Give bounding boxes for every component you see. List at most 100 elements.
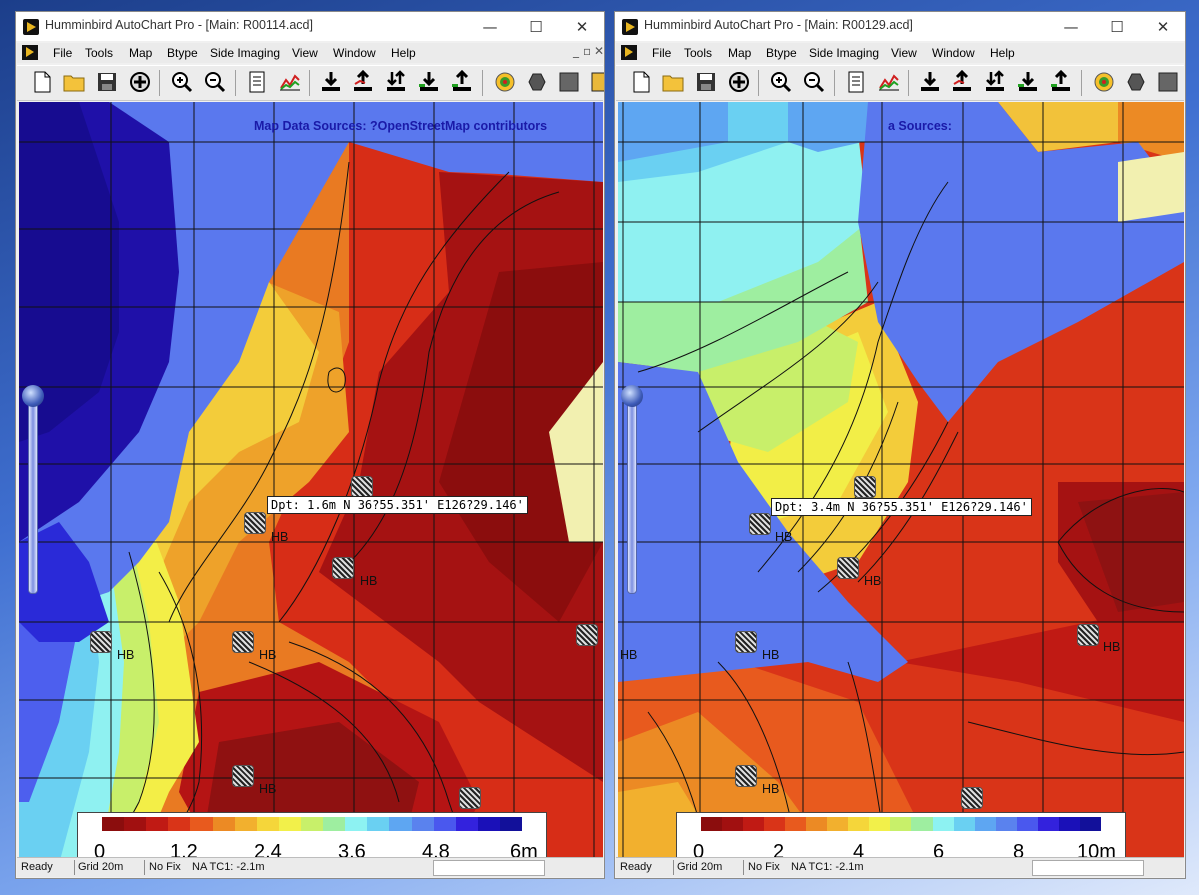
menu-btype[interactable]: Btype bbox=[167, 46, 198, 60]
save-icon[interactable] bbox=[694, 70, 718, 94]
title-bar[interactable]: Humminbird AutoChart Pro - [Main: R00129… bbox=[615, 12, 1185, 41]
mdi-restore-icon[interactable]: ▫ bbox=[583, 44, 591, 58]
toolbar-separator bbox=[1081, 70, 1082, 96]
transfer-icon[interactable] bbox=[983, 70, 1007, 94]
waypoint-icon[interactable] bbox=[735, 631, 757, 653]
toolbar-separator bbox=[482, 70, 483, 96]
document-logo-icon[interactable] bbox=[621, 45, 637, 60]
waypoint-icon[interactable] bbox=[854, 476, 876, 498]
list-icon[interactable] bbox=[245, 70, 269, 94]
waypoint-icon[interactable] bbox=[244, 512, 266, 534]
legend-swatch bbox=[190, 817, 213, 831]
map-tool-icon[interactable] bbox=[589, 70, 605, 94]
menu-window[interactable]: Window bbox=[333, 46, 376, 60]
menu-side-imaging[interactable]: Side Imaging bbox=[809, 46, 879, 60]
waypoint-icon[interactable] bbox=[232, 631, 254, 653]
save-icon[interactable] bbox=[95, 70, 119, 94]
waypoint-icon[interactable] bbox=[735, 765, 757, 787]
waypoint-icon[interactable] bbox=[1077, 624, 1099, 646]
menu-window[interactable]: Window bbox=[932, 46, 975, 60]
menu-help[interactable]: Help bbox=[990, 46, 1015, 60]
depth-map[interactable]: Map Data Sources: ?OpenStreetMap contrib… bbox=[19, 102, 603, 864]
grid-shade-icon[interactable] bbox=[1156, 70, 1180, 94]
title-bar[interactable]: Humminbird AutoChart Pro - [Main: R00114… bbox=[16, 12, 604, 41]
export-icon[interactable] bbox=[450, 70, 474, 94]
layer-icon[interactable] bbox=[525, 70, 549, 94]
close-button[interactable]: ✕ bbox=[560, 14, 604, 40]
menu-map[interactable]: Map bbox=[129, 46, 152, 60]
minimize-button[interactable]: — bbox=[1049, 14, 1093, 40]
new-file-icon[interactable] bbox=[629, 70, 653, 94]
zoom-slider-track[interactable] bbox=[28, 392, 38, 594]
print-icon[interactable] bbox=[128, 70, 152, 94]
document-logo-icon[interactable] bbox=[22, 45, 38, 60]
menu-help[interactable]: Help bbox=[391, 46, 416, 60]
chart-icon[interactable] bbox=[278, 70, 302, 94]
transfer-icon[interactable] bbox=[384, 70, 408, 94]
waypoint-icon[interactable] bbox=[351, 476, 373, 498]
legend-swatch bbox=[389, 817, 412, 831]
download-icon[interactable] bbox=[319, 70, 343, 94]
depth-readout: Dpt: 1.6m N 36?55.351' E126?29.146' bbox=[267, 496, 528, 514]
zoom-in-icon[interactable] bbox=[769, 70, 793, 94]
list-icon[interactable] bbox=[844, 70, 868, 94]
import-icon[interactable] bbox=[417, 70, 441, 94]
close-button[interactable]: ✕ bbox=[1141, 14, 1185, 40]
app-window-left[interactable]: Humminbird AutoChart Pro - [Main: R00114… bbox=[15, 11, 605, 879]
legend-color-scale bbox=[701, 817, 1101, 831]
import-icon[interactable] bbox=[1016, 70, 1040, 94]
mdi-minimize-icon[interactable]: _ bbox=[573, 44, 579, 58]
waypoint-label: HB bbox=[620, 648, 638, 662]
upload-icon[interactable] bbox=[351, 70, 375, 94]
menu-side-imaging[interactable]: Side Imaging bbox=[210, 46, 280, 60]
waypoint-icon[interactable] bbox=[837, 557, 859, 579]
legend-swatch bbox=[499, 817, 523, 831]
waypoint-icon[interactable] bbox=[332, 557, 354, 579]
menu-tools[interactable]: Tools bbox=[85, 46, 113, 60]
depth-map-canvas[interactable] bbox=[618, 102, 1184, 864]
zoom-in-icon[interactable] bbox=[170, 70, 194, 94]
depth-map[interactable]: a Sources: HB HB HB HB HB HB Dpt: 3.4m N… bbox=[618, 102, 1184, 864]
open-folder-icon[interactable] bbox=[62, 70, 86, 94]
menu-file[interactable]: File bbox=[652, 46, 671, 60]
status-progress-box bbox=[1032, 860, 1144, 876]
download-icon[interactable] bbox=[918, 70, 942, 94]
zoom-out-icon[interactable] bbox=[802, 70, 826, 94]
menu-map[interactable]: Map bbox=[728, 46, 751, 60]
waypoint-icon[interactable] bbox=[232, 765, 254, 787]
maximize-button[interactable]: ☐ bbox=[514, 14, 558, 40]
waypoint-icon[interactable] bbox=[749, 513, 771, 535]
chart-icon[interactable] bbox=[877, 70, 901, 94]
zoom-out-icon[interactable] bbox=[203, 70, 227, 94]
waypoint-icon[interactable] bbox=[90, 631, 112, 653]
zoom-slider-track[interactable] bbox=[627, 392, 637, 594]
upload-icon[interactable] bbox=[950, 70, 974, 94]
waypoint-icon[interactable] bbox=[961, 787, 983, 809]
menu-tools[interactable]: Tools bbox=[684, 46, 712, 60]
new-file-icon[interactable] bbox=[30, 70, 54, 94]
minimize-button[interactable]: — bbox=[468, 14, 512, 40]
layer-icon[interactable] bbox=[1124, 70, 1148, 94]
waypoint-icon[interactable] bbox=[576, 624, 598, 646]
legend-color-scale bbox=[102, 817, 523, 831]
gps-icon[interactable] bbox=[1092, 70, 1116, 94]
grid-shade-icon[interactable] bbox=[557, 70, 581, 94]
waypoint-icon[interactable] bbox=[459, 787, 481, 809]
status-tc: NA TC1: -2.1m bbox=[192, 861, 265, 873]
menu-view[interactable]: View bbox=[891, 46, 917, 60]
open-folder-icon[interactable] bbox=[661, 70, 685, 94]
depth-map-canvas[interactable] bbox=[19, 102, 603, 864]
status-ready: Ready bbox=[620, 861, 652, 873]
menu-file[interactable]: File bbox=[53, 46, 72, 60]
mdi-close-icon[interactable]: ✕ bbox=[594, 44, 604, 58]
zoom-slider-knob[interactable] bbox=[22, 385, 44, 407]
app-window-right[interactable]: Humminbird AutoChart Pro - [Main: R00129… bbox=[614, 11, 1186, 879]
export-icon[interactable] bbox=[1049, 70, 1073, 94]
zoom-slider-knob[interactable] bbox=[621, 385, 643, 407]
menu-btype[interactable]: Btype bbox=[766, 46, 797, 60]
menu-view[interactable]: View bbox=[292, 46, 318, 60]
gps-icon[interactable] bbox=[493, 70, 517, 94]
print-icon[interactable] bbox=[727, 70, 751, 94]
toolbar-separator bbox=[235, 70, 236, 96]
maximize-button[interactable]: ☐ bbox=[1095, 14, 1139, 40]
